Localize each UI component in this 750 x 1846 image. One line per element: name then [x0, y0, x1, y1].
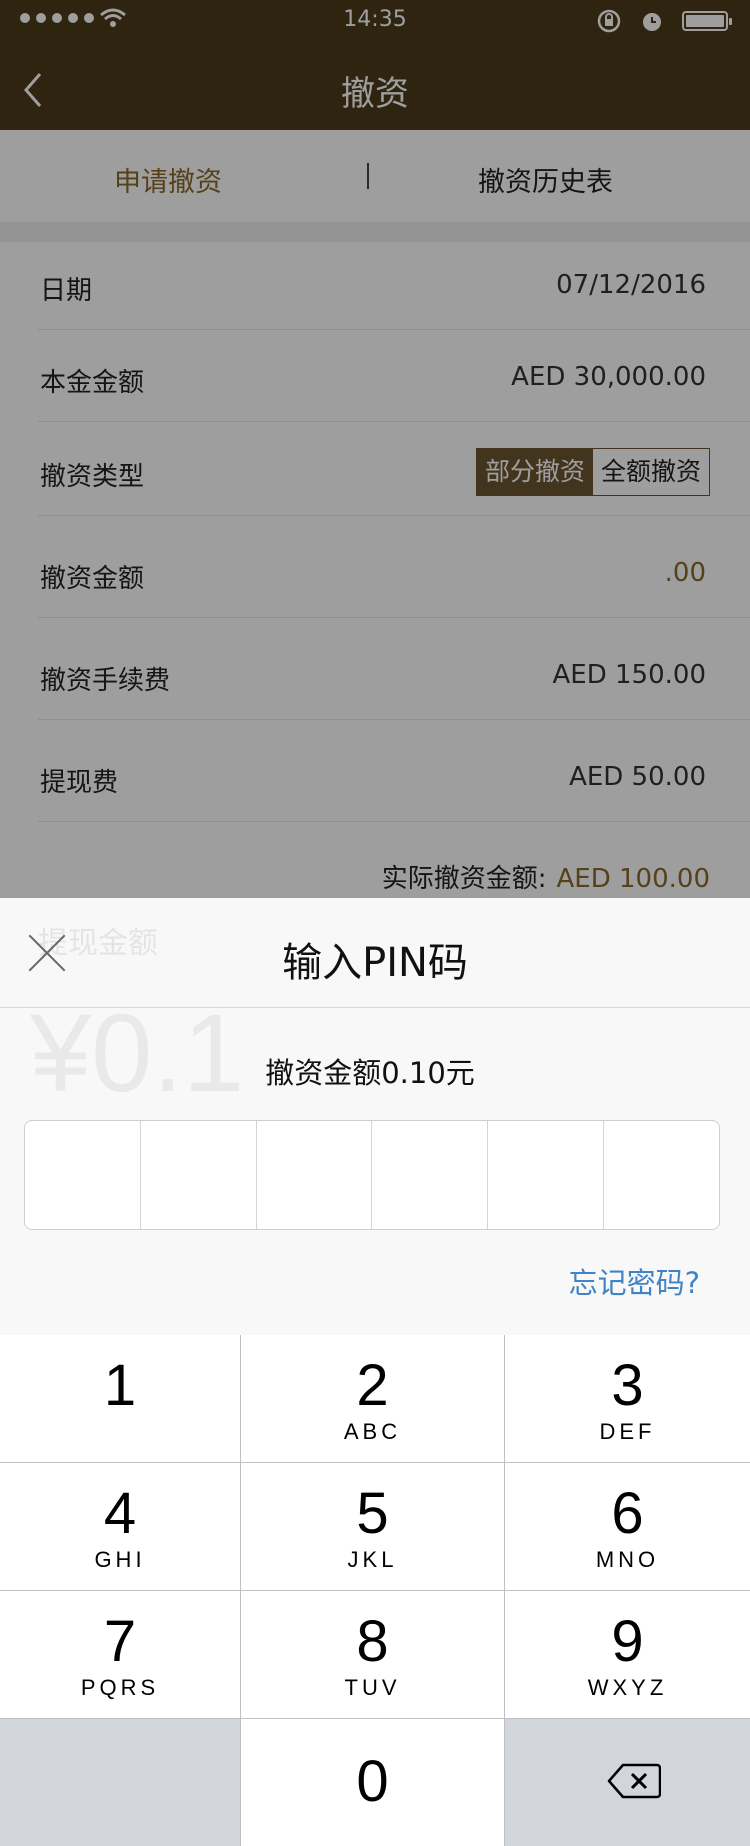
- key-digit: 6: [611, 1481, 644, 1546]
- key-5[interactable]: 5 JKL: [241, 1463, 504, 1590]
- key-letters: DEF: [599, 1419, 656, 1444]
- forgot-password-link[interactable]: 忘记密码?: [569, 1260, 700, 1302]
- key-4[interactable]: 4 GHI: [0, 1463, 240, 1590]
- key-digit: 5: [356, 1481, 389, 1546]
- key-digit: 7: [103, 1609, 137, 1674]
- key-letters: TUV: [344, 1675, 401, 1700]
- key-digit: 3: [611, 1353, 644, 1418]
- key-letters: MNO: [595, 1547, 660, 1572]
- key-0[interactable]: 0: [241, 1719, 504, 1846]
- key-letters: PQRS: [80, 1675, 160, 1700]
- key-digit: 2: [356, 1353, 389, 1418]
- pin-sheet-amount: 撤资金额0.10元: [265, 1056, 475, 1090]
- key-7[interactable]: 7 PQRS: [0, 1591, 240, 1718]
- pin-sheet-header: 输入PIN码: [0, 898, 750, 1008]
- key-letters: JKL: [347, 1547, 398, 1572]
- key-letters: WXYZ: [587, 1675, 668, 1700]
- key-blank: [0, 1719, 240, 1846]
- modal-backdrop[interactable]: [0, 0, 750, 898]
- pin-digit-cell: [372, 1121, 489, 1229]
- pin-digit-cell: [25, 1121, 141, 1229]
- key-9[interactable]: 9 WXYZ: [505, 1591, 750, 1718]
- key-digit: 1: [103, 1353, 137, 1418]
- numeric-keypad: 1 2 ABC 3 DEF 4 GHI 5 JKL 6 MNO 7 PQRS 8…: [0, 1335, 750, 1846]
- pin-digit-cell: [488, 1121, 605, 1229]
- key-6[interactable]: 6 MNO: [505, 1463, 750, 1590]
- pin-digit-cell: [141, 1121, 257, 1229]
- key-letters: ABC: [343, 1419, 402, 1444]
- delete-key[interactable]: [505, 1719, 750, 1846]
- key-letters: GHI: [94, 1547, 146, 1572]
- key-digit: 8: [356, 1609, 389, 1674]
- key-digit: 0: [356, 1749, 389, 1814]
- backspace-icon: [607, 1763, 661, 1799]
- key-digit: 9: [611, 1609, 644, 1674]
- pin-digit-cell: [257, 1121, 373, 1229]
- key-digit: 4: [103, 1481, 137, 1546]
- key-8[interactable]: 8 TUV: [241, 1591, 504, 1718]
- pin-sheet-title: 输入PIN码: [282, 940, 468, 986]
- key-2[interactable]: 2 ABC: [241, 1335, 504, 1462]
- key-3[interactable]: 3 DEF: [505, 1335, 750, 1462]
- pin-input[interactable]: [24, 1120, 720, 1230]
- pin-digit-cell: [604, 1121, 719, 1229]
- key-1[interactable]: 1: [0, 1335, 240, 1462]
